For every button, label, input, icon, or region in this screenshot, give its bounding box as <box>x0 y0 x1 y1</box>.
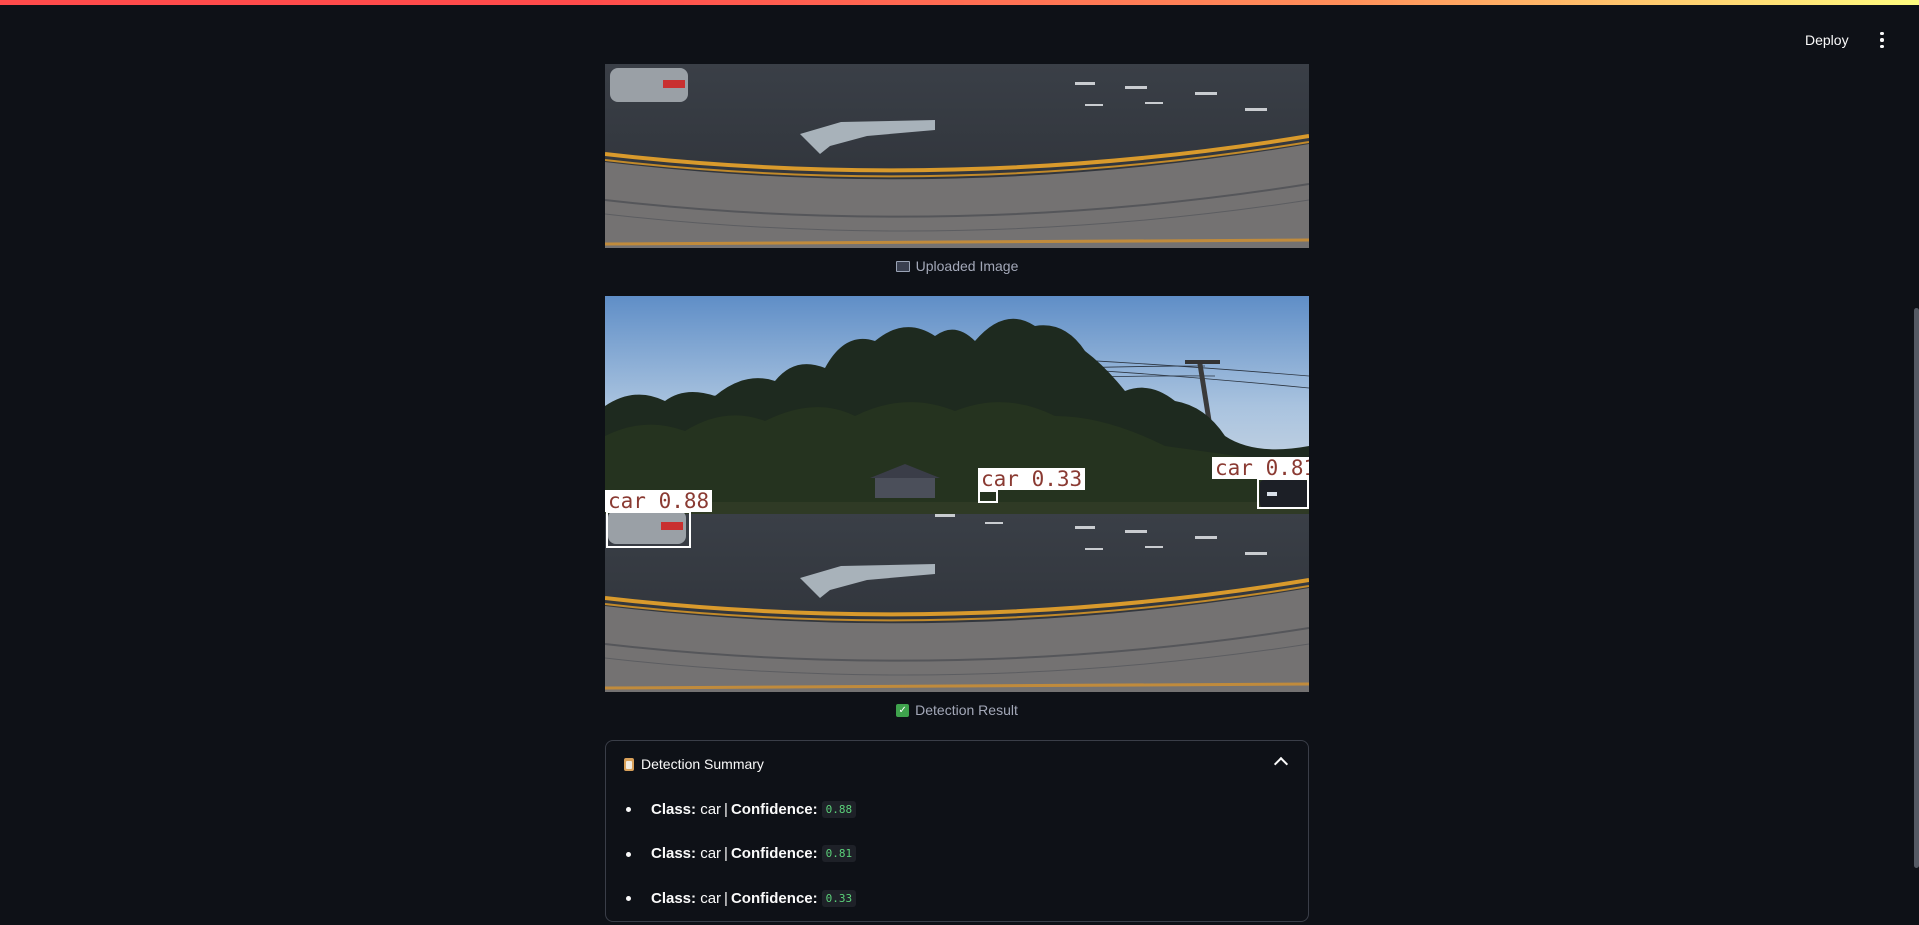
detection-label-2: car 0.33 <box>978 468 1086 490</box>
confidence-label: Confidence: <box>730 889 818 907</box>
detection-label-3: car 0.81 <box>1212 457 1309 479</box>
separator: | <box>724 889 728 907</box>
detection-summary-header[interactable]: Detection Summary <box>606 741 1308 787</box>
list-item: Class: car | Confidence: 0.33 <box>606 876 1308 921</box>
separator: | <box>724 800 728 818</box>
list-item: Class: car | Confidence: 0.88 <box>606 787 1308 832</box>
kebab-menu-icon[interactable] <box>1870 26 1894 54</box>
class-label: Class: <box>651 800 697 818</box>
check-mark-icon: ✓ <box>896 703 910 717</box>
confidence-value: 0.33 <box>821 889 857 907</box>
confidence-label: Confidence: <box>730 845 818 863</box>
detection-summary-title: Detection Summary <box>641 756 764 772</box>
detection-summary-list: Class: car | Confidence: 0.88 Class: car… <box>606 787 1308 921</box>
detection-result-caption-text: Detection Result <box>915 702 1018 718</box>
detection-summary-expander: Detection Summary Class: car | Confidenc… <box>605 740 1309 922</box>
uploaded-image-caption-text: Uploaded Image <box>915 258 1019 274</box>
detection-label-1: car 0.88 <box>605 490 713 512</box>
separator: | <box>724 845 728 863</box>
page-scrollbar[interactable] <box>1914 308 1919 868</box>
detection-result-image: car 0.88 car 0.33 car 0.81 <box>605 296 1309 692</box>
detection-result-caption: ✓ Detection Result <box>605 702 1309 718</box>
detection-box-2 <box>978 490 998 503</box>
deploy-button[interactable]: Deploy <box>1795 26 1859 54</box>
app-decoration-bar <box>0 0 1919 5</box>
class-label: Class: <box>651 845 697 863</box>
confidence-value: 0.88 <box>821 800 857 818</box>
class-value: car <box>700 845 722 863</box>
class-value: car <box>700 889 722 907</box>
chevron-up-icon[interactable] <box>1273 756 1289 772</box>
class-value: car <box>700 800 722 818</box>
uploaded-image <box>605 64 1309 248</box>
clipboard-icon <box>624 757 634 771</box>
confidence-value: 0.81 <box>821 845 857 863</box>
detection-box-3 <box>1257 478 1309 509</box>
list-item: Class: car | Confidence: 0.81 <box>606 832 1308 877</box>
framed-picture-icon <box>895 260 910 272</box>
uploaded-image-caption: Uploaded Image <box>605 258 1309 274</box>
detection-box-1 <box>606 511 691 548</box>
class-label: Class: <box>651 889 697 907</box>
confidence-label: Confidence: <box>730 800 818 818</box>
